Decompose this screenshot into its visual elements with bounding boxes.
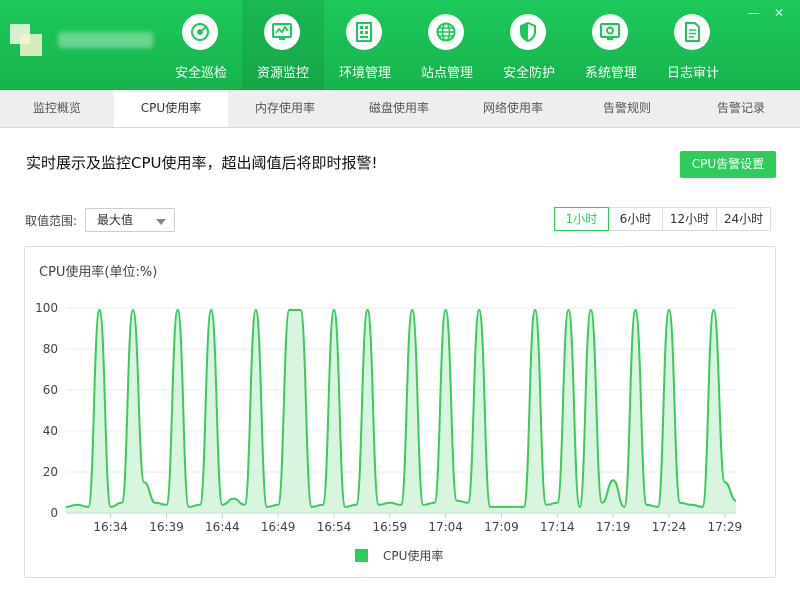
nav-label: 站点管理 bbox=[420, 66, 473, 81]
legend-swatch bbox=[355, 549, 368, 562]
x-tick-label: 16:59 bbox=[373, 520, 408, 534]
y-tick-label: 100 bbox=[35, 301, 58, 315]
y-tick-label: 20 bbox=[43, 465, 58, 479]
y-tick-label: 60 bbox=[43, 383, 58, 397]
nav-item-resource-monitor[interactable]: 资源监控 bbox=[242, 0, 324, 90]
nav-item-environment[interactable]: 环境管理 bbox=[324, 0, 406, 90]
x-tick-label: 17:14 bbox=[540, 520, 575, 534]
tab-alert-records[interactable]: 告警记录 bbox=[684, 90, 798, 127]
time-1h-button[interactable]: 1小时 bbox=[554, 207, 609, 231]
nav-item-system[interactable]: 系统管理 bbox=[570, 0, 652, 90]
radar-icon bbox=[182, 14, 218, 50]
minimize-icon[interactable]: — bbox=[748, 6, 760, 20]
nav-item-site[interactable]: 站点管理 bbox=[406, 0, 488, 90]
nav-label: 安全防护 bbox=[502, 66, 555, 81]
x-tick-label: 17:04 bbox=[428, 520, 463, 534]
series-area bbox=[66, 310, 736, 513]
nav-item-log-audit[interactable]: 日志审计 bbox=[652, 0, 734, 90]
tab-network-usage[interactable]: 网络使用率 bbox=[456, 90, 570, 127]
x-tick-label: 16:49 bbox=[261, 520, 296, 534]
tab-monitor-overview[interactable]: 监控概览 bbox=[0, 90, 114, 127]
y-tick-label: 80 bbox=[43, 342, 58, 356]
nav-label: 安全巡检 bbox=[174, 66, 227, 81]
sub-tabs: 监控概览 CPU使用率 内存使用率 磁盘使用率 网络使用率 告警规则 告警记录 bbox=[0, 90, 800, 128]
shield-icon bbox=[510, 14, 546, 50]
range-select-value: 最大值 bbox=[97, 213, 134, 227]
legend-label: CPU使用率 bbox=[383, 549, 444, 563]
nav-label: 资源监控 bbox=[256, 66, 309, 81]
x-tick-label: 17:09 bbox=[484, 520, 519, 534]
time-6h-button[interactable]: 6小时 bbox=[608, 207, 663, 231]
cpu-chart-panel: CPU使用率(单位:%) 0 20 40 60 80 100 16:34 16:39 16:44… bbox=[24, 246, 776, 578]
range-label: 取值范围: bbox=[25, 214, 78, 228]
x-tick-label: 16:34 bbox=[93, 520, 128, 534]
server-rack-icon bbox=[346, 14, 382, 50]
x-tick-label: 16:39 bbox=[149, 520, 184, 534]
time-12h-button[interactable]: 12小时 bbox=[662, 207, 717, 231]
x-tick-label: 17:29 bbox=[708, 520, 743, 534]
tab-disk-usage[interactable]: 磁盘使用率 bbox=[342, 90, 456, 127]
nav-label: 环境管理 bbox=[338, 66, 391, 81]
tab-cpu-usage[interactable]: CPU使用率 bbox=[114, 90, 228, 127]
page-description: 实时展示及监控CPU使用率，超出阈值后将即时报警! bbox=[26, 154, 378, 172]
chart-legend[interactable]: CPU使用率 bbox=[355, 547, 443, 564]
nav-label: 日志审计 bbox=[666, 66, 719, 81]
close-icon[interactable]: ✕ bbox=[774, 6, 784, 20]
cpu-usage-chart: 0 20 40 60 80 100 16:34 16:39 16:44 16:49 16:54 16:… bbox=[35, 301, 743, 534]
y-tick-label: 40 bbox=[43, 424, 58, 438]
range-select[interactable]: 最大值 bbox=[85, 208, 175, 232]
document-icon bbox=[674, 14, 710, 50]
x-tick-label: 16:54 bbox=[317, 520, 352, 534]
time-range-group: 1小时 6小时 12小时 24小时 bbox=[554, 207, 771, 231]
y-tick-label: 0 bbox=[50, 506, 58, 520]
monitor-chart-icon bbox=[264, 14, 300, 50]
x-tick-label: 17:19 bbox=[596, 520, 631, 534]
main-nav: 安全巡检 资源监控 环境管理 站点管理 安全防护 系统管理 日志审计 bbox=[160, 0, 734, 90]
x-tick-label: 17:24 bbox=[652, 520, 687, 534]
time-24h-button[interactable]: 24小时 bbox=[716, 207, 771, 231]
app-header: 安全巡检 资源监控 环境管理 站点管理 安全防护 系统管理 日志审计 — ✕ bbox=[0, 0, 800, 90]
nav-label: 系统管理 bbox=[584, 66, 637, 81]
app-logo bbox=[10, 24, 46, 60]
x-tick-label: 16:44 bbox=[205, 520, 240, 534]
cpu-alarm-settings-button[interactable]: CPU告警设置 bbox=[680, 151, 776, 178]
nav-item-protection[interactable]: 安全防护 bbox=[488, 0, 570, 90]
settings-monitor-icon bbox=[592, 14, 628, 50]
globe-icon bbox=[428, 14, 464, 50]
tab-memory-usage[interactable]: 内存使用率 bbox=[228, 90, 342, 127]
nav-item-inspection[interactable]: 安全巡检 bbox=[160, 0, 242, 90]
app-name-blurred bbox=[58, 32, 153, 48]
tab-alert-rules[interactable]: 告警规则 bbox=[570, 90, 684, 127]
chevron-down-icon bbox=[156, 219, 166, 225]
